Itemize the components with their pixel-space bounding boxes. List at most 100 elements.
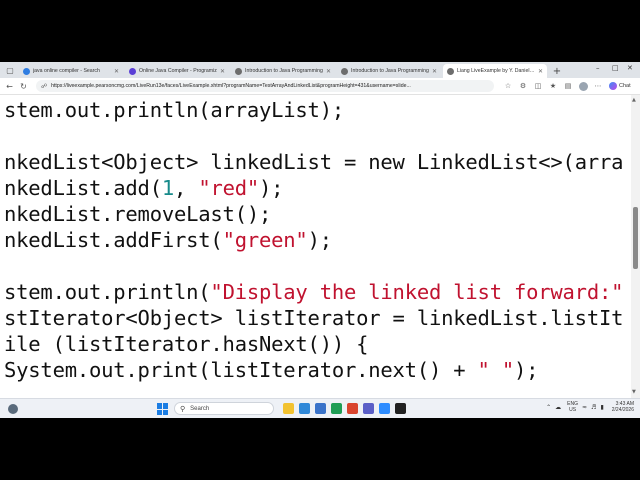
code-line: stem.out.println(arrayList); [4,98,344,122]
tab-title: Introduction to Java Programming [351,68,429,74]
close-window-icon[interactable]: ✕ [627,64,633,72]
code-token: new [368,150,405,174]
maximize-icon[interactable]: □ [612,64,619,72]
collections-icon[interactable]: ▤ [563,81,573,91]
tabs: java online compiler - Search ✕ Online Jav… [19,62,549,78]
code-line: ile (listIterator.hasNext()) { [4,332,368,356]
more-menu-icon[interactable]: ⋯ [593,81,603,91]
code-line: stem.out.println("Display the linked lis… [4,280,623,304]
code-token: " " [477,358,515,382]
code-token: nkedList<Object> linkedList = [4,150,369,174]
clock[interactable]: 3:43 AM 2/24/2026 [612,401,634,413]
tab-strip: ▢ java online compiler - Search ✕ Online J… [0,62,640,78]
back-icon[interactable]: ← [4,81,15,92]
extensions-icon[interactable]: ⚙ [518,81,528,91]
tab-favicon-icon [235,67,242,75]
file-explorer-icon[interactable] [283,403,294,414]
clock-date: 2/24/2026 [611,407,634,413]
tab-favicon-icon [129,67,136,75]
copilot-icon [609,82,617,90]
tab-close-icon[interactable]: ✕ [326,68,331,75]
code-line: nkedList.removeLast(); [4,202,271,226]
screen: ▢ java online compiler - Search ✕ Online J… [0,62,640,418]
code-token: "red" [198,176,260,200]
edge-icon[interactable] [299,403,310,414]
code-line: nkedList.addFirst("green"); [4,228,332,252]
code-token: ile (listIterator.hasNext()) { [4,332,369,356]
tab-favicon-icon [341,67,348,75]
chrome-icon[interactable] [331,403,342,414]
window-menu-icon[interactable]: ▢ [4,64,16,76]
split-screen-icon[interactable]: ◫ [533,81,543,91]
code-token: stIterator<Object> listIterator = linked… [4,306,624,330]
browser-tab[interactable]: Online Java Compiler - Programiz ✕ [125,64,229,78]
code-token: ); [259,176,284,200]
url-text[interactable]: https://liveexample.pearsoncmg.com/LiveR… [51,83,489,89]
favorite-star-icon[interactable]: ☆ [503,81,513,91]
zoom-icon[interactable] [379,403,390,414]
code-token: nkedList.removeLast(); [4,202,272,226]
code-token: "green" [222,228,308,252]
code-token: ); [307,228,332,252]
minimize-icon[interactable]: – [596,64,600,72]
lock-icon: ☍ [41,82,48,90]
chevron-up-icon[interactable]: ⌃ [546,404,551,411]
weather-widget-icon[interactable] [8,404,18,414]
profile-avatar[interactable] [579,81,588,91]
code-line: stIterator<Object> listIterator = linked… [4,306,623,330]
cloud-icon[interactable]: ☁ [555,404,561,411]
taskbar-search[interactable]: ⚲ Search [174,402,274,415]
region-code: US [569,407,577,413]
scroll-down-arrow-icon[interactable]: ▼ [632,389,636,395]
tab-close-icon[interactable]: ✕ [114,68,119,75]
code-token: "Display the linked list forward:" [210,280,624,304]
tab-close-icon[interactable]: ✕ [220,68,225,75]
code-line: nkedList<Object> linkedList = new Linked… [4,150,623,174]
code-token: , [174,176,199,200]
favorites-icon[interactable]: ★ [548,81,558,91]
office-icon[interactable] [347,403,358,414]
code-token: LinkedList<>(arra [404,150,624,174]
code-line: System.out.print(listIterator.next() + "… [4,358,538,382]
code-token: stem.out.println( [4,280,211,304]
tab-close-icon[interactable]: ✕ [432,68,437,75]
browser-tab[interactable]: Introduction to Java Programming ✕ [231,64,335,78]
code-token: stem.out.println(arrayList); [4,98,344,122]
system-tray: ⌃ ☁ ENG US ≈ ♬ ▮ 3:43 AM 2/24/2026 [542,401,634,413]
wifi-icon[interactable]: ≈ [582,404,587,411]
tab-title: Introduction to Java Programming [245,68,323,74]
language-indicator[interactable]: ENG US [567,401,578,413]
browser-tab[interactable]: Introduction to Java Programming ✕ [337,64,441,78]
start-button[interactable] [157,403,169,415]
taskbar-search-placeholder: Search [190,405,210,412]
code-token: 1 [161,176,175,200]
tab-favicon-icon [447,67,454,75]
code-view[interactable]: stem.out.println(arrayList); nkedList<Obj… [0,95,631,398]
code-token: nkedList.add( [4,176,162,200]
battery-icon[interactable]: ▮ [600,404,603,411]
browser-tab[interactable]: java online compiler - Search ✕ [19,64,123,78]
copilot-chat-button[interactable]: Chat [609,82,631,90]
new-tab-button[interactable]: + [551,65,563,77]
tab-title: Online Java Compiler - Programiz [139,68,217,74]
scrollbar-thumb[interactable] [633,207,638,269]
scroll-up-arrow-icon[interactable]: ▲ [632,97,636,103]
tab-favicon-icon [23,67,30,75]
tab-title: java online compiler - Search [33,68,100,74]
browser-tab[interactable]: Liang LiveExample by Y. Daniel Liang ✕ [443,64,547,78]
store-icon[interactable] [315,403,326,414]
tab-close-icon[interactable]: ✕ [538,68,543,75]
taskbar: ⚲ Search ⌃ ☁ ENG US ≈ ♬ ▮ 3:43 AM 2/24/2… [0,398,640,418]
address-bar[interactable]: ☍ https://liveexample.pearsoncmg.com/Liv… [36,80,494,92]
teams-icon[interactable] [363,403,374,414]
code-token: nkedList.addFirst( [4,228,223,252]
refresh-icon[interactable]: ↻ [18,81,29,92]
search-icon: ⚲ [180,404,186,413]
vertical-scrollbar[interactable]: ▲ ▼ [631,95,640,398]
copilot-label: Chat [619,83,631,89]
code-token: System.out.print(listIterator.next() + [4,358,478,382]
volume-icon[interactable]: ♬ [591,404,596,411]
media-icon[interactable] [395,403,406,414]
code-token: ); [513,358,539,382]
code-line: nkedList.add(1, "red"); [4,176,284,200]
